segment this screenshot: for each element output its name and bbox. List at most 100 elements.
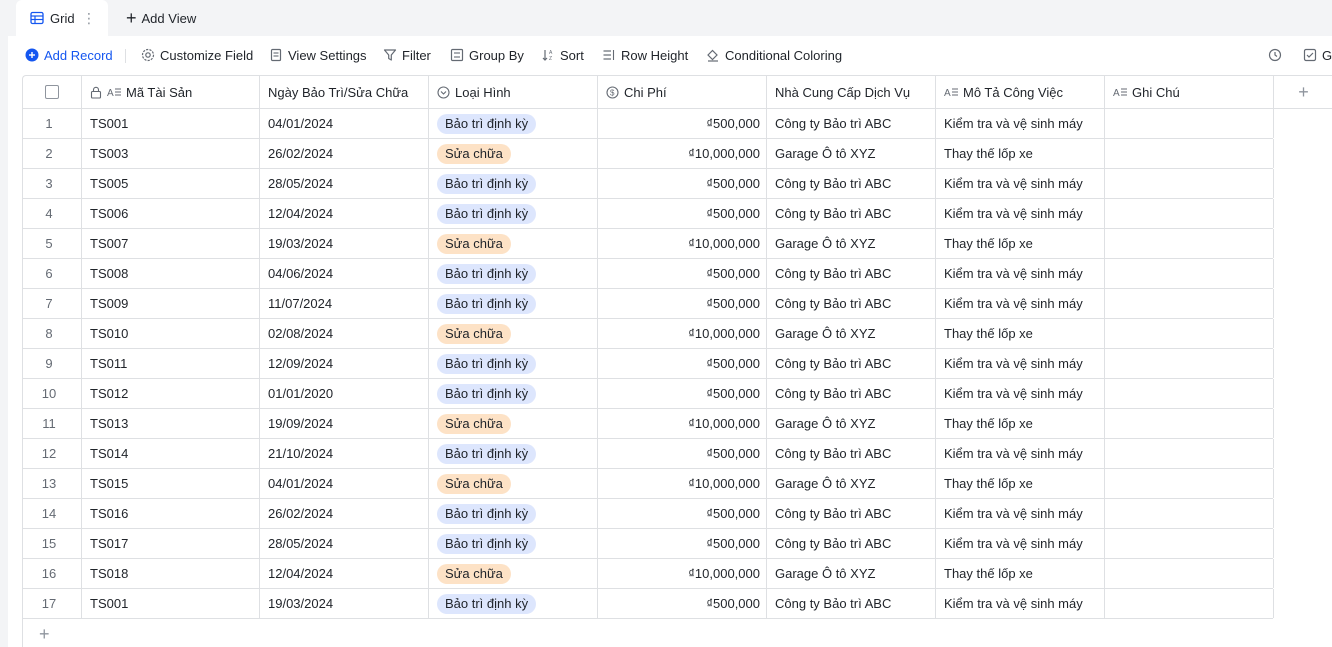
table-row[interactable]: 4 TS006 12/04/2024 Bảo trì định kỳ ₫500,000 C… — [23, 199, 1274, 229]
cell-cost[interactable]: ₫10,000,000 — [598, 139, 767, 168]
cell-type[interactable]: Bảo trì định kỳ — [429, 439, 598, 468]
cell-description[interactable]: Thay thế lốp xe — [936, 559, 1105, 588]
cell-description[interactable]: Kiểm tra và vệ sinh máy — [936, 439, 1105, 468]
cell-cost[interactable]: ₫500,000 — [598, 499, 767, 528]
cell-vendor[interactable]: Garage Ô tô XYZ — [767, 229, 936, 258]
cell-date[interactable]: 04/01/2024 — [260, 109, 429, 138]
table-row[interactable]: 16 TS018 12/04/2024 Sửa chữa ₫10,000,000 Gara… — [23, 559, 1274, 589]
cell-type[interactable]: Sửa chữa — [429, 559, 598, 588]
cell-notes[interactable] — [1105, 589, 1274, 618]
cell-date[interactable]: 01/01/2020 — [260, 379, 429, 408]
cell-description[interactable]: Thay thế lốp xe — [936, 229, 1105, 258]
add-view-button[interactable]: + Add View — [126, 9, 196, 27]
table-row[interactable]: 17 TS001 19/03/2024 Bảo trì định kỳ ₫500,000… — [23, 589, 1274, 619]
cell-type[interactable]: Bảo trì định kỳ — [429, 589, 598, 618]
cell-asset-id[interactable]: TS003 — [81, 139, 260, 168]
cell-notes[interactable] — [1105, 319, 1274, 348]
cell-cost[interactable]: ₫500,000 — [598, 199, 767, 228]
add-record-button[interactable]: Add Record — [25, 46, 113, 64]
cell-date[interactable]: 28/05/2024 — [260, 169, 429, 198]
cell-vendor[interactable]: Công ty Bảo trì ABC — [767, 259, 936, 288]
cell-cost[interactable]: ₫500,000 — [598, 529, 767, 558]
cell-type[interactable]: Bảo trì định kỳ — [429, 259, 598, 288]
cell-notes[interactable] — [1105, 139, 1274, 168]
cell-description[interactable]: Thay thế lốp xe — [936, 469, 1105, 498]
cell-type[interactable]: Bảo trì định kỳ — [429, 349, 598, 378]
table-row[interactable]: 9 TS011 12/09/2024 Bảo trì định kỳ ₫500,000 C… — [23, 349, 1274, 379]
cell-cost[interactable]: ₫10,000,000 — [598, 469, 767, 498]
view-settings-button[interactable]: View Settings — [269, 46, 367, 64]
cell-date[interactable]: 26/02/2024 — [260, 139, 429, 168]
column-header-type[interactable]: Loại Hình — [429, 76, 598, 108]
cell-asset-id[interactable]: TS007 — [81, 229, 260, 258]
cell-vendor[interactable]: Công ty Bảo trì ABC — [767, 379, 936, 408]
column-header-description[interactable]: A Mô Tả Công Việc — [936, 76, 1105, 108]
cell-cost[interactable]: ₫500,000 — [598, 379, 767, 408]
cell-date[interactable]: 28/05/2024 — [260, 529, 429, 558]
cell-asset-id[interactable]: TS006 — [81, 199, 260, 228]
cell-cost[interactable]: ₫10,000,000 — [598, 229, 767, 258]
customize-field-button[interactable]: Customize Field — [141, 46, 253, 64]
group-by-button[interactable]: Group By — [450, 46, 524, 64]
cell-vendor[interactable]: Garage Ô tô XYZ — [767, 469, 936, 498]
cell-vendor[interactable]: Công ty Bảo trì ABC — [767, 349, 936, 378]
more-vertical-icon[interactable]: ⋮ — [82, 9, 96, 27]
column-header-date[interactable]: Ngày Bảo Trì/Sửa Chữa — [260, 76, 429, 108]
filter-button[interactable]: Filter — [383, 46, 431, 64]
cell-asset-id[interactable]: TS011 — [81, 349, 260, 378]
cell-notes[interactable] — [1105, 499, 1274, 528]
cell-date[interactable]: 11/07/2024 — [260, 289, 429, 318]
cell-date[interactable]: 19/09/2024 — [260, 409, 429, 438]
cell-description[interactable]: Kiểm tra và vệ sinh máy — [936, 499, 1105, 528]
cell-asset-id[interactable]: TS018 — [81, 559, 260, 588]
row-height-button[interactable]: Row Height — [602, 46, 688, 64]
cell-cost[interactable]: ₫10,000,000 — [598, 409, 767, 438]
cell-description[interactable]: Thay thế lốp xe — [936, 409, 1105, 438]
cell-vendor[interactable]: Garage Ô tô XYZ — [767, 319, 936, 348]
cell-vendor[interactable]: Garage Ô tô XYZ — [767, 139, 936, 168]
cell-description[interactable]: Kiểm tra và vệ sinh máy — [936, 379, 1105, 408]
cell-type[interactable]: Bảo trì định kỳ — [429, 529, 598, 558]
cell-type[interactable]: Bảo trì định kỳ — [429, 289, 598, 318]
cell-asset-id[interactable]: TS016 — [81, 499, 260, 528]
select-all-checkbox[interactable] — [45, 85, 59, 99]
cell-type[interactable]: Bảo trì định kỳ — [429, 379, 598, 408]
cell-date[interactable]: 19/03/2024 — [260, 589, 429, 618]
cell-cost[interactable]: ₫500,000 — [598, 169, 767, 198]
cell-date[interactable]: 12/04/2024 — [260, 559, 429, 588]
cell-notes[interactable] — [1105, 409, 1274, 438]
view-tab-grid[interactable]: Grid ⋮ — [16, 0, 108, 36]
cell-vendor[interactable]: Công ty Bảo trì ABC — [767, 169, 936, 198]
cell-notes[interactable] — [1105, 349, 1274, 378]
table-row[interactable]: 14 TS016 26/02/2024 Bảo trì định kỳ ₫500,000… — [23, 499, 1274, 529]
cell-description[interactable]: Thay thế lốp xe — [936, 319, 1105, 348]
column-header-vendor[interactable]: Nhà Cung Cấp Dịch Vụ — [767, 76, 936, 108]
cell-asset-id[interactable]: TS008 — [81, 259, 260, 288]
cell-description[interactable]: Kiểm tra và vệ sinh máy — [936, 529, 1105, 558]
cell-vendor[interactable]: Garage Ô tô XYZ — [767, 409, 936, 438]
cell-cost[interactable]: ₫500,000 — [598, 109, 767, 138]
cell-notes[interactable] — [1105, 259, 1274, 288]
cell-notes[interactable] — [1105, 109, 1274, 138]
cell-vendor[interactable]: Công ty Bảo trì ABC — [767, 109, 936, 138]
cell-asset-id[interactable]: TS001 — [81, 109, 260, 138]
cell-vendor[interactable]: Công ty Bảo trì ABC — [767, 589, 936, 618]
column-header-asset-id[interactable]: A Mã Tài Sản — [81, 76, 260, 108]
cell-cost[interactable]: ₫10,000,000 — [598, 559, 767, 588]
cell-notes[interactable] — [1105, 289, 1274, 318]
cell-vendor[interactable]: Công ty Bảo trì ABC — [767, 289, 936, 318]
cell-asset-id[interactable]: TS005 — [81, 169, 260, 198]
cell-date[interactable]: 21/10/2024 — [260, 439, 429, 468]
cell-description[interactable]: Kiểm tra và vệ sinh máy — [936, 289, 1105, 318]
cell-description[interactable]: Thay thế lốp xe — [936, 139, 1105, 168]
cell-type[interactable]: Bảo trì định kỳ — [429, 199, 598, 228]
cell-asset-id[interactable]: TS017 — [81, 529, 260, 558]
add-row-button[interactable]: + — [39, 625, 50, 643]
table-row[interactable]: 2 TS003 26/02/2024 Sửa chữa ₫10,000,000 Garag… — [23, 139, 1274, 169]
history-button[interactable] — [1268, 46, 1287, 64]
cell-notes[interactable] — [1105, 229, 1274, 258]
cell-date[interactable]: 19/03/2024 — [260, 229, 429, 258]
cell-asset-id[interactable]: TS001 — [81, 589, 260, 618]
cell-description[interactable]: Kiểm tra và vệ sinh máy — [936, 349, 1105, 378]
cell-description[interactable]: Kiểm tra và vệ sinh máy — [936, 199, 1105, 228]
